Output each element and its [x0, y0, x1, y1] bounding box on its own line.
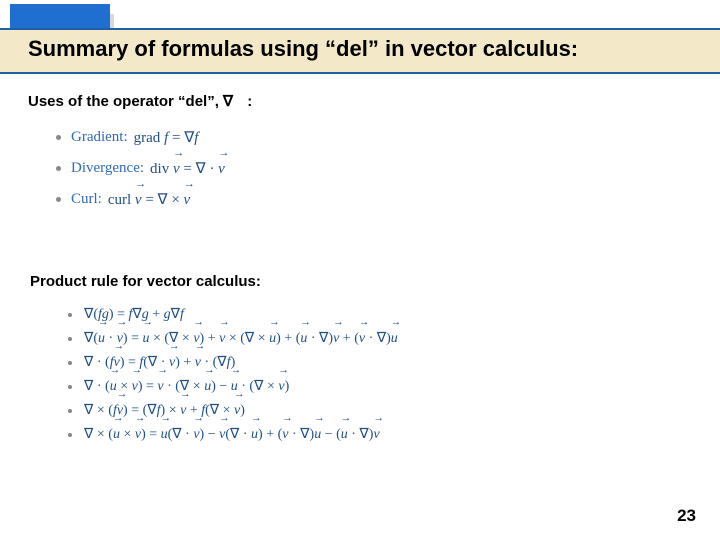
bullet-icon	[56, 166, 61, 171]
list-item: ∇ × (u→ × v→) = u→(∇ · v→) − v→(∇ · u→) …	[68, 426, 398, 443]
use-formula: div v→ = ∇ · v→	[150, 159, 225, 178]
use-formula: curl v→ = ∇ × v→	[108, 190, 190, 209]
bullet-icon	[68, 337, 72, 341]
page-number: 23	[677, 506, 696, 526]
use-label: Gradient:	[71, 129, 128, 146]
subheading-uses-colon: :	[247, 93, 252, 110]
bullet-icon	[68, 409, 72, 413]
uses-list: Gradient: grad f = ∇f Divergence: div v→ = …	[56, 128, 225, 221]
product-rule-formula: ∇ × (u→ × v→) = u→(∇ · v→) − v→(∇ · u→) …	[84, 426, 380, 443]
bullet-icon	[68, 361, 72, 365]
product-rule-list: ∇(fg) = f∇g + g∇f∇(u→ · v→) = u→ × (∇ × …	[68, 306, 398, 450]
bullet-icon	[68, 313, 72, 317]
bullet-icon	[56, 197, 61, 202]
use-formula: grad f = ∇f	[134, 128, 199, 147]
subheading-product: Product rule for vector calculus:	[30, 273, 261, 290]
product-rule-formula: ∇(u→ · v→) = u→ × (∇ × v→) + v→ × (∇ × u…	[84, 330, 398, 347]
bullet-icon	[68, 385, 72, 389]
use-label: Curl:	[71, 191, 102, 208]
list-item: Gradient: grad f = ∇f	[56, 128, 225, 147]
slide: Summary of formulas using “del” in vecto…	[0, 0, 720, 540]
list-item: Curl: curl v→ = ∇ × v→	[56, 190, 225, 209]
use-label: Divergence:	[71, 160, 144, 177]
subheading-uses-prefix: Uses of the operator “del”,	[28, 93, 219, 110]
list-item: Divergence: div v→ = ∇ · v→	[56, 159, 225, 178]
title-band: Summary of formulas using “del” in vecto…	[0, 28, 720, 74]
slide-title: Summary of formulas using “del” in vecto…	[28, 36, 720, 62]
subheading-uses: Uses of the operator “del”, ∇ :	[28, 92, 252, 110]
del-symbol: ∇	[223, 92, 237, 110]
bullet-icon	[56, 135, 61, 140]
bullet-icon	[68, 433, 72, 437]
